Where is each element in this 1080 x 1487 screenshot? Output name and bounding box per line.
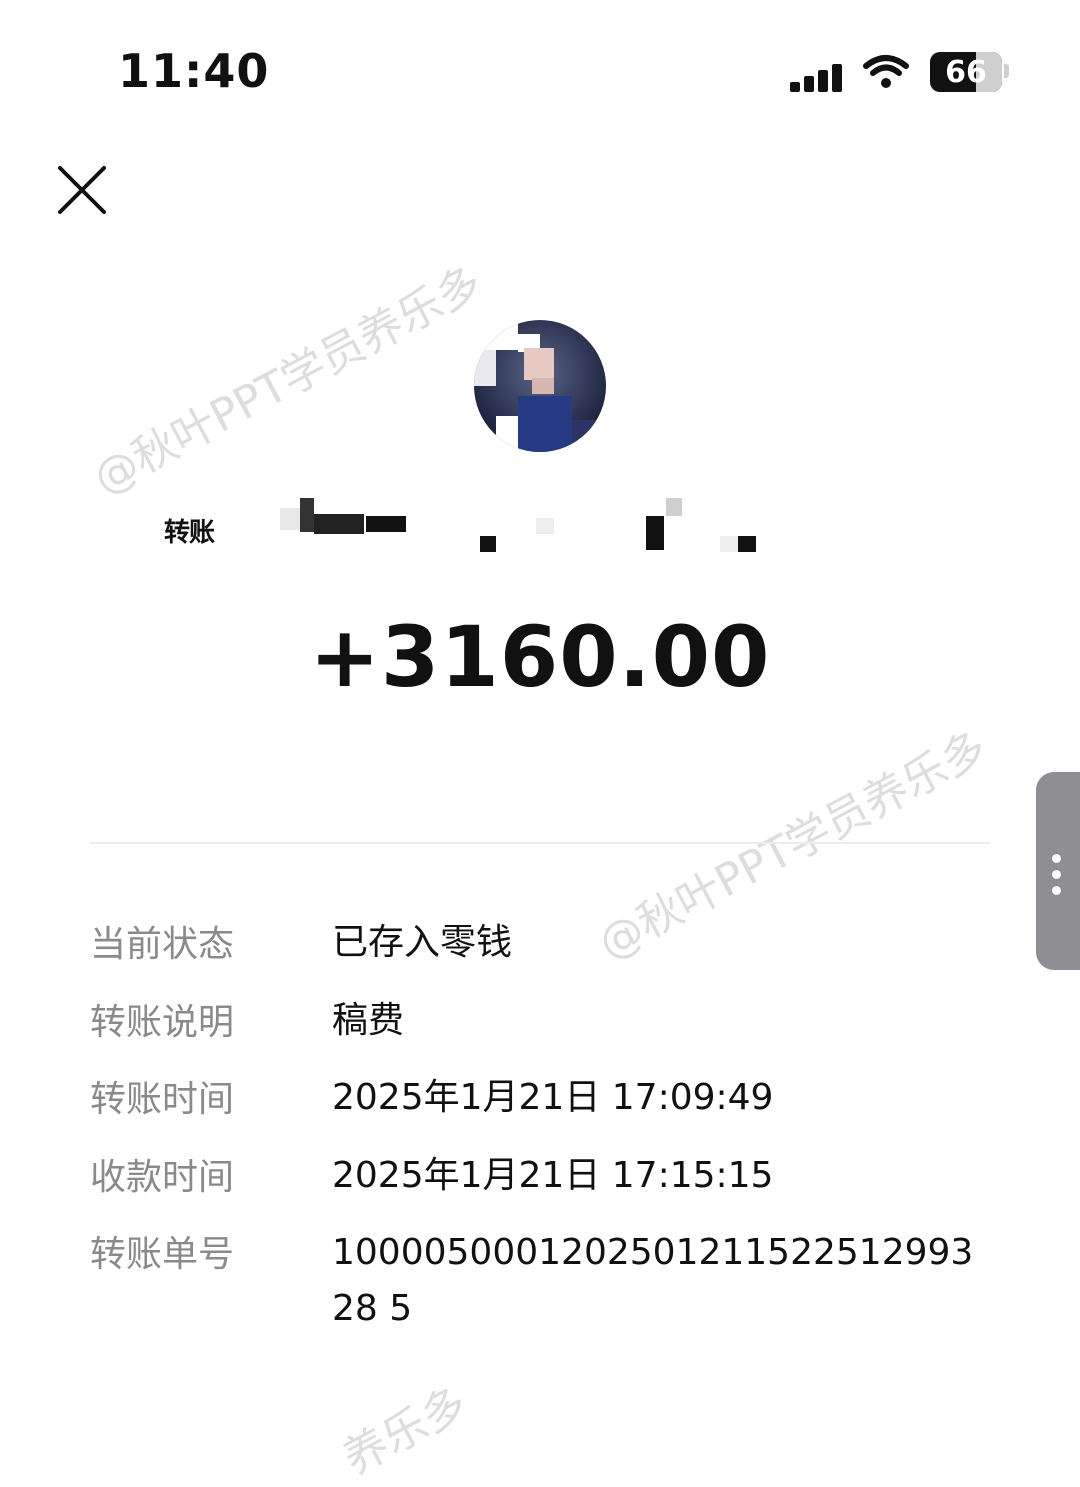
status-label: 当前状态 — [90, 924, 235, 965]
note-value: 稿费 — [332, 1000, 405, 1041]
status-time: 11:40 — [118, 44, 270, 98]
note-label: 转账说明 — [90, 1002, 235, 1043]
transfer-id-value[interactable]: 100005000120250121152251299328 5 — [332, 1225, 982, 1337]
avatar — [474, 320, 606, 452]
battery-tip — [1004, 64, 1009, 78]
transfer-time-label: 转账时间 — [90, 1079, 235, 1120]
close-icon[interactable] — [52, 160, 112, 220]
battery-icon: 66 — [930, 52, 1002, 92]
side-floating-handle[interactable] — [1036, 772, 1080, 970]
transfer-id-label: 转账单号 — [90, 1234, 235, 1275]
status-value: 已存入零钱 — [332, 922, 513, 963]
cellular-signal-icon — [790, 54, 844, 92]
payer-name: 转账 — [160, 490, 780, 570]
payer-name-visible: 转账 — [164, 518, 215, 548]
receive-time-label: 收款时间 — [90, 1157, 235, 1198]
watermark-bottom: 养乐多 — [335, 1377, 476, 1485]
receive-time-value: 2025年1月21日 17:15:15 — [332, 1155, 774, 1196]
transfer-time-value: 2025年1月21日 17:09:49 — [332, 1077, 774, 1118]
battery-percent: 66 — [945, 55, 987, 90]
watermark-top: @秋叶PPT学员养乐多 — [85, 256, 491, 505]
transfer-amount: +3160.00 — [309, 608, 771, 706]
handle-dot — [1052, 870, 1061, 879]
divider — [90, 842, 990, 844]
wifi-icon — [863, 55, 909, 88]
handle-dot — [1052, 854, 1061, 863]
handle-dot — [1052, 886, 1061, 895]
